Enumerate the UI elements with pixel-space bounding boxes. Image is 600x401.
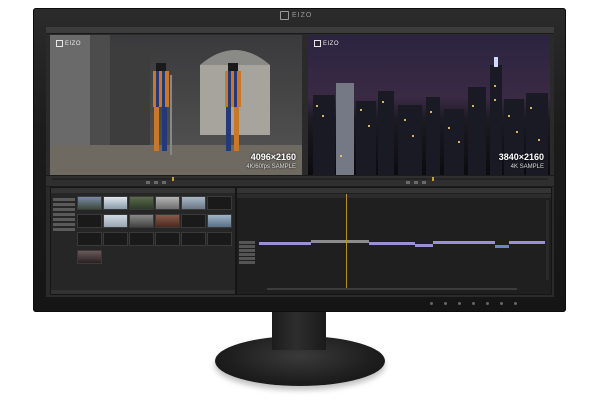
media-thumbnail[interactable] — [129, 232, 154, 246]
eizo-logo-icon — [56, 40, 63, 47]
track-header[interactable] — [239, 261, 255, 264]
track-header[interactable] — [239, 249, 255, 252]
timeline-clip[interactable] — [259, 242, 311, 245]
source-transport — [146, 181, 166, 184]
timeline-clip[interactable] — [311, 240, 369, 243]
monitor-button[interactable] — [458, 302, 461, 305]
project-panel — [50, 187, 236, 295]
project-tabbar[interactable] — [51, 188, 235, 193]
folder-icon[interactable] — [53, 198, 75, 201]
track-header[interactable] — [239, 257, 255, 260]
bin-tree — [53, 196, 75, 233]
timeline-playhead[interactable] — [346, 194, 347, 290]
source-caption: 4K/60fps SAMPLE — [246, 164, 296, 170]
bezel-brand-label: EIZO — [292, 11, 313, 19]
monitor-screen: EIZO 4096×2160 4K/60fps SAMPLE EIZO 3840… — [46, 27, 554, 297]
timeline-clip[interactable] — [495, 245, 509, 248]
timeline-clip[interactable] — [509, 241, 545, 244]
timeline-ruler[interactable] — [237, 194, 551, 198]
media-thumbnail[interactable] — [207, 196, 232, 210]
media-thumbnail[interactable] — [181, 214, 206, 228]
monitor-button[interactable] — [500, 302, 503, 305]
bezel-brand: EIZO — [280, 10, 312, 20]
media-thumbnail[interactable] — [77, 232, 102, 246]
media-thumbnail[interactable] — [181, 232, 206, 246]
source-playhead[interactable] — [172, 177, 174, 181]
step-back-icon[interactable] — [146, 181, 150, 184]
monitor-stand-neck — [272, 312, 326, 350]
monitor-button[interactable] — [472, 302, 475, 305]
media-thumbnail[interactable] — [155, 232, 180, 246]
track-header[interactable] — [239, 245, 255, 248]
program-monitor[interactable]: EIZO 3840×2160 4K SAMPLE — [308, 35, 550, 175]
program-playhead[interactable] — [432, 177, 434, 181]
timeline-clip[interactable] — [433, 241, 495, 244]
source-watermark: EIZO — [56, 40, 81, 47]
track-header[interactable] — [239, 241, 255, 244]
power-button[interactable] — [514, 302, 517, 305]
media-thumbnail[interactable] — [77, 250, 102, 264]
media-thumbnail[interactable] — [155, 196, 180, 210]
play-icon[interactable] — [154, 181, 158, 184]
media-thumbnails — [77, 196, 233, 264]
program-caption: 4K SAMPLE — [510, 164, 544, 170]
media-thumbnail[interactable] — [103, 214, 128, 228]
folder-icon[interactable] — [53, 213, 75, 216]
timeline-clip[interactable] — [415, 244, 433, 247]
folder-icon[interactable] — [53, 218, 75, 221]
program-resolution: 3840×2160 — [498, 152, 544, 162]
program-watermark-label: EIZO — [323, 40, 340, 47]
media-thumbnail[interactable] — [207, 232, 232, 246]
media-thumbnail[interactable] — [129, 196, 154, 210]
folder-icon[interactable] — [53, 203, 75, 206]
play-icon[interactable] — [414, 181, 418, 184]
step-back-icon[interactable] — [406, 181, 410, 184]
timeline-vertical-scrollbar[interactable] — [546, 200, 549, 280]
track-headers — [239, 240, 255, 265]
eizo-logo-icon — [314, 40, 321, 47]
step-forward-icon[interactable] — [422, 181, 426, 184]
media-thumbnail[interactable] — [103, 196, 128, 210]
playback-controls — [46, 175, 554, 187]
media-thumbnail[interactable] — [77, 214, 102, 228]
monitor-button[interactable] — [444, 302, 447, 305]
app-titlebar — [46, 27, 554, 34]
timeline-clip[interactable] — [369, 242, 415, 245]
folder-icon[interactable] — [53, 228, 75, 231]
folder-icon[interactable] — [53, 208, 75, 211]
project-footer — [51, 290, 235, 294]
source-watermark-label: EIZO — [65, 40, 82, 47]
scrub-bar[interactable] — [52, 178, 548, 180]
program-transport — [406, 181, 426, 184]
folder-icon[interactable] — [53, 223, 75, 226]
source-monitor[interactable]: EIZO 4096×2160 4K/60fps SAMPLE — [50, 35, 302, 175]
timeline-panel — [236, 187, 552, 295]
monitor-button[interactable] — [486, 302, 489, 305]
media-thumbnail[interactable] — [207, 214, 232, 228]
monitor-button[interactable] — [430, 302, 433, 305]
media-thumbnail[interactable] — [129, 214, 154, 228]
timeline-tabbar[interactable] — [237, 188, 551, 193]
source-resolution: 4096×2160 — [250, 152, 296, 162]
media-thumbnail[interactable] — [77, 196, 102, 210]
timeline-scrollbar[interactable] — [267, 288, 517, 290]
media-thumbnail[interactable] — [155, 214, 180, 228]
media-thumbnail[interactable] — [181, 196, 206, 210]
eizo-logo-icon — [280, 10, 289, 20]
monitor-front-buttons — [430, 302, 517, 305]
media-thumbnail[interactable] — [103, 232, 128, 246]
program-watermark: EIZO — [314, 40, 339, 47]
step-forward-icon[interactable] — [162, 181, 166, 184]
track-header[interactable] — [239, 253, 255, 256]
